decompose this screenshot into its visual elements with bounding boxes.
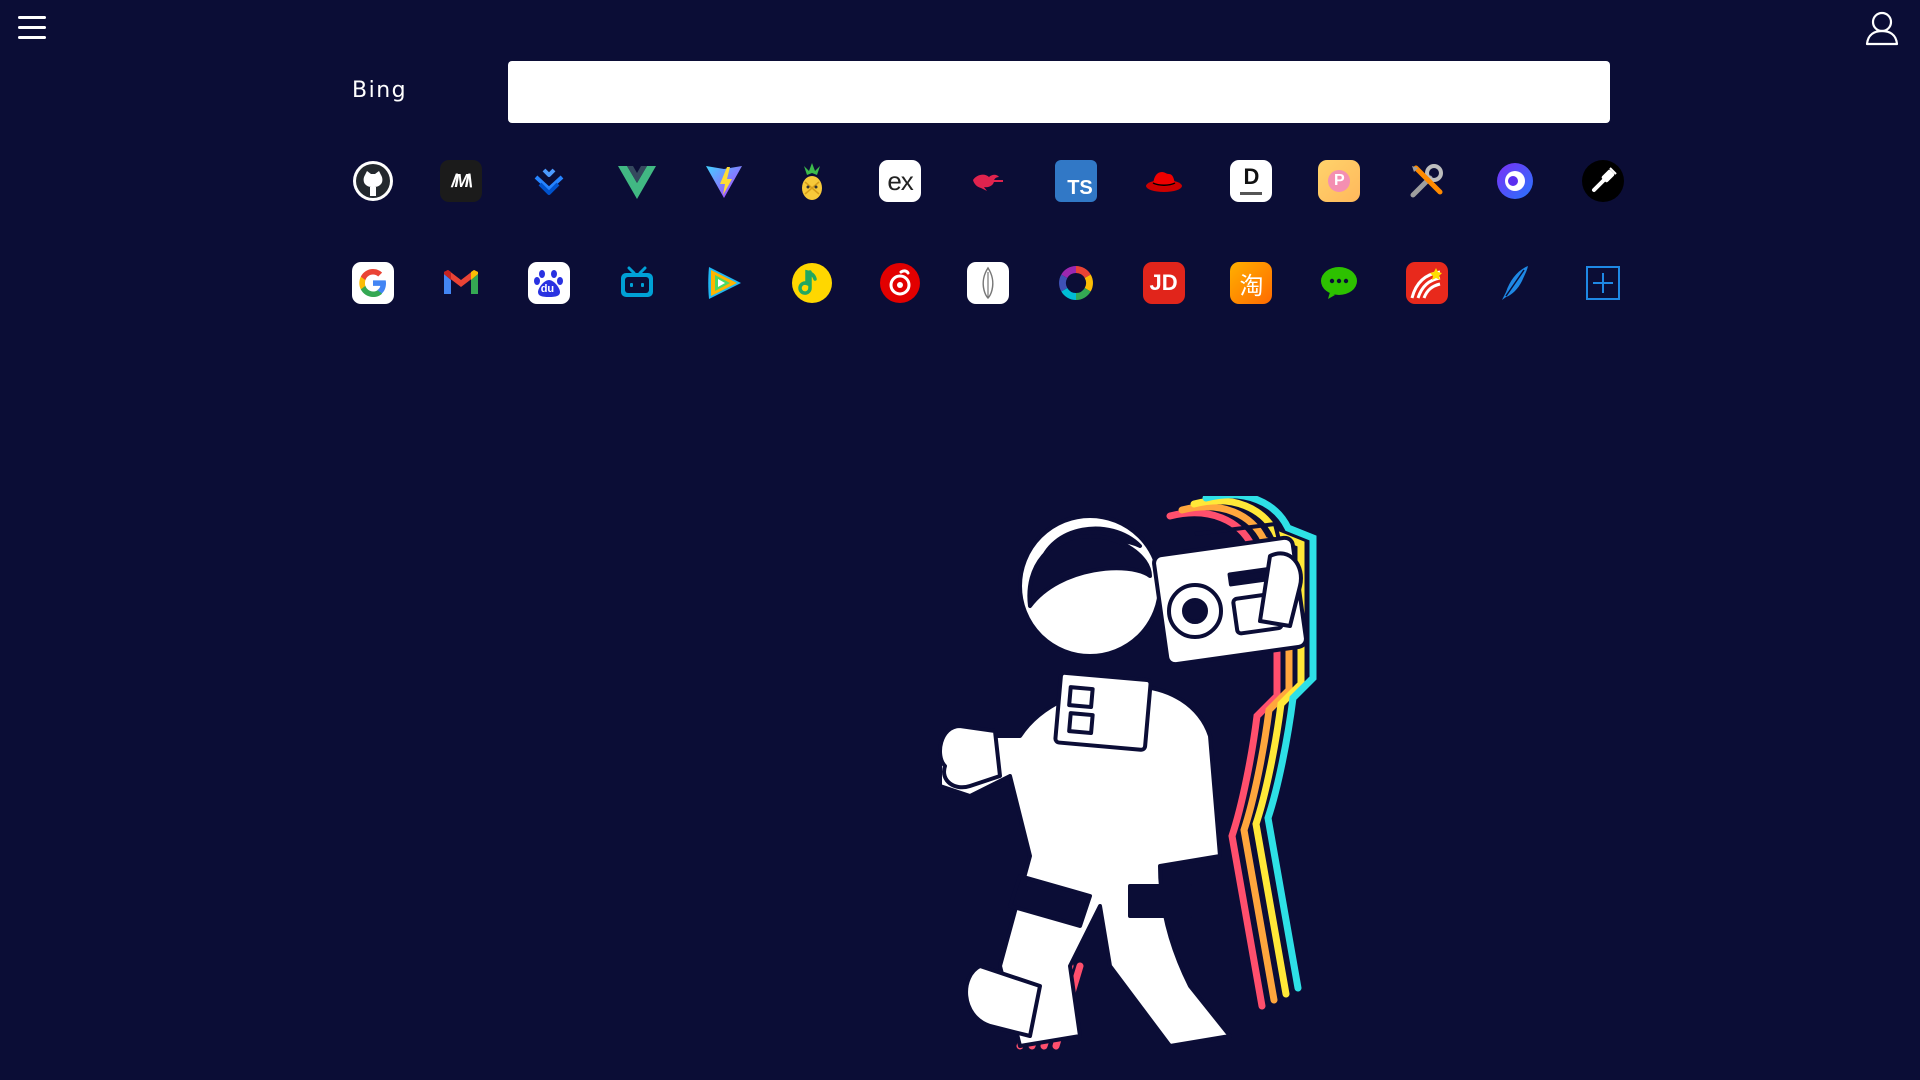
taobao-icon: 淘 xyxy=(1239,271,1264,300)
tencent-video-icon xyxy=(708,267,742,299)
github-icon xyxy=(353,161,393,201)
quill-icon xyxy=(1501,266,1528,300)
shortcut-nest[interactable] xyxy=(967,160,1009,202)
jira-icon xyxy=(534,168,564,195)
shortcut-redhat[interactable] xyxy=(1143,160,1185,202)
shortcut-wechat[interactable] xyxy=(1318,262,1360,304)
shortcut-gmail[interactable] xyxy=(440,262,482,304)
shortcut-google[interactable] xyxy=(352,262,394,304)
user-button[interactable] xyxy=(1862,8,1902,48)
express-icon: ex xyxy=(887,165,913,196)
shortcut-tencent-video[interactable] xyxy=(703,262,745,304)
baidu-icon: du xyxy=(540,283,555,295)
shortcut-p-app[interactable]: P xyxy=(1318,160,1361,202)
shortcut-plugin[interactable] xyxy=(1581,160,1624,202)
shortcut-typescript[interactable]: TS xyxy=(1054,160,1097,202)
vue-icon xyxy=(617,166,656,199)
shortcut-colorful-ring[interactable] xyxy=(1055,262,1097,304)
shortcut-express[interactable]: ex xyxy=(879,160,922,202)
shortcut-netease-music[interactable] xyxy=(879,262,921,304)
shortcut-pineapple[interactable] xyxy=(791,160,833,202)
wechat-icon xyxy=(1321,267,1358,299)
search-engine-selector[interactable]: Bing xyxy=(352,78,407,103)
add-shortcut-icon xyxy=(1585,266,1620,300)
p-app-icon: P xyxy=(1328,170,1351,192)
redhat-icon xyxy=(1145,172,1182,192)
dict-caption-line xyxy=(1240,192,1263,195)
nest-icon xyxy=(972,174,1003,191)
bilibili-icon xyxy=(620,266,653,297)
shortcut-row-1: /M\ ex TS D P xyxy=(352,160,1624,202)
jd-icon: JD xyxy=(1149,270,1178,295)
shortcut-feather-app[interactable] xyxy=(966,262,1009,304)
shortcut-tools[interactable] xyxy=(1406,160,1448,202)
shortcut-vue[interactable] xyxy=(616,160,658,202)
shortcut-grid: /M\ ex TS D P du JD 淘 xyxy=(352,160,1624,304)
shortcut-mdn[interactable]: /M\ xyxy=(439,160,482,202)
shortcut-bilibili[interactable] xyxy=(616,262,658,304)
user-icon xyxy=(1865,11,1899,46)
qq-music-icon xyxy=(792,263,833,303)
boombox-icon xyxy=(1152,522,1308,667)
google-icon xyxy=(359,269,386,297)
shortcut-baidu[interactable]: du xyxy=(527,262,570,304)
pineapple-icon xyxy=(802,163,823,200)
shortcut-quill[interactable] xyxy=(1494,262,1536,304)
dict-icon: D xyxy=(1243,164,1260,189)
plugin-icon xyxy=(1591,167,1617,192)
shortcut-circle-app[interactable] xyxy=(1494,160,1536,202)
tools-icon xyxy=(1410,164,1444,198)
astronaut-illustration xyxy=(938,496,1317,1050)
xuexitong-icon xyxy=(1410,268,1443,299)
circle-app-icon xyxy=(1496,163,1533,199)
shortcut-vite[interactable] xyxy=(703,160,745,202)
shortcut-xuexitong[interactable] xyxy=(1406,262,1449,304)
shortcut-taobao[interactable]: 淘 xyxy=(1230,262,1273,304)
menu-button[interactable] xyxy=(14,10,52,46)
shortcut-jira[interactable] xyxy=(528,160,570,202)
search-input[interactable] xyxy=(508,61,1610,123)
gmail-icon xyxy=(443,270,478,294)
hamburger-menu-icon xyxy=(18,16,46,39)
typescript-icon: TS xyxy=(1067,177,1093,199)
netease-music-icon xyxy=(880,263,921,303)
shortcut-jd[interactable]: JD xyxy=(1142,262,1185,304)
mdn-icon: /M\ xyxy=(451,170,472,191)
shortcut-dict[interactable]: D xyxy=(1230,160,1273,202)
shortcut-row-2: du JD 淘 xyxy=(352,262,1624,304)
feather-app-icon xyxy=(982,266,994,300)
vite-icon xyxy=(706,166,743,198)
colorful-ring-icon xyxy=(1058,266,1093,300)
shortcut-qq-music[interactable] xyxy=(791,262,833,304)
shortcut-github[interactable] xyxy=(352,160,394,202)
shortcut-add[interactable] xyxy=(1582,262,1624,304)
